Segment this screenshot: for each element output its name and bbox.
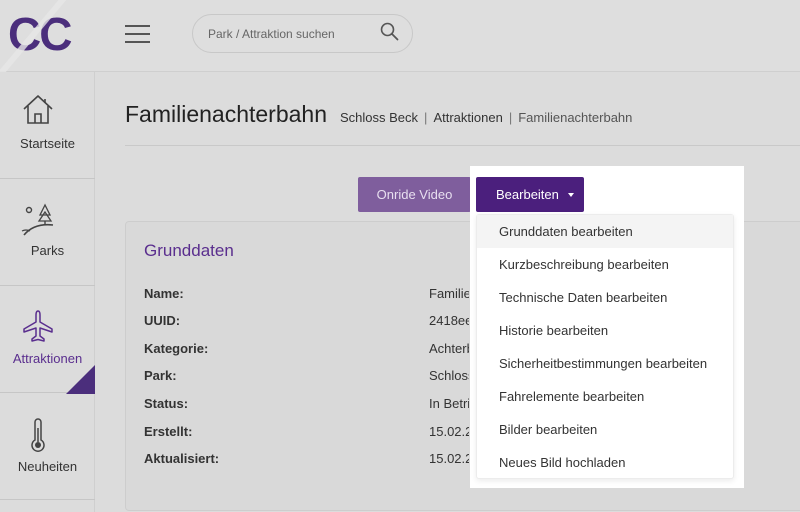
sidebar-item-label: Startseite	[20, 136, 75, 151]
hamburger-line	[125, 25, 150, 27]
menu-item-historie[interactable]: Historie bearbeiten	[477, 314, 733, 347]
field-label-name: Name:	[144, 286, 184, 301]
thermometer-icon	[31, 418, 45, 452]
field-label-kategorie: Kategorie:	[144, 341, 209, 356]
menu-item-bilder[interactable]: Bilder bearbeiten	[477, 413, 733, 446]
field-label-uuid: UUID:	[144, 313, 181, 328]
field-value-aktualisiert: 15.02.20	[429, 451, 469, 466]
menu-item-sicherheitbestimmungen[interactable]: Sicherheitbestimmungen bearbeiten	[477, 347, 733, 380]
divider	[125, 145, 800, 146]
card-title: Grunddaten	[144, 241, 234, 260]
bearbeiten-dropdown-menu: Grunddaten bearbeiten Kurzbeschreibung b…	[476, 214, 734, 479]
sidebar-item-label: Parks	[30, 243, 65, 258]
search-icon[interactable]	[380, 22, 399, 41]
menu-item-neues-bild[interactable]: Neues Bild hochladen	[477, 446, 733, 479]
sidebar-item-label: Neuheiten	[17, 459, 78, 474]
field-value-kategorie: Achterb	[429, 341, 469, 356]
breadcrumb-item-current: Familienachterbahn	[518, 110, 633, 125]
breadcrumb-item-attraktionen[interactable]: Attraktionen	[433, 110, 502, 125]
park-icon	[21, 203, 54, 236]
breadcrumb-separator: |	[424, 110, 428, 125]
field-value-name: Familien	[429, 286, 469, 301]
top-header: CC	[0, 0, 800, 72]
onride-video-button[interactable]: Onride Video	[358, 177, 471, 212]
field-label-status: Status:	[144, 396, 189, 411]
field-label-erstellt: Erstellt:	[144, 424, 193, 439]
field-label-park: Park:	[144, 368, 177, 383]
sidebar-item-label: Attraktionen	[12, 351, 83, 366]
bearbeiten-label: Bearbeiten	[496, 187, 559, 202]
page-title: Familienachterbahn	[125, 101, 328, 127]
sidebar: Startseite Parks Attraktionen Neuheiten	[0, 72, 95, 512]
hamburger-line	[125, 41, 150, 43]
bearbeiten-dropdown-button[interactable]: Bearbeiten	[476, 177, 584, 212]
field-value-uuid: 2418ee(	[429, 313, 469, 328]
house-icon	[23, 95, 53, 124]
field-value-status: In Betrie	[429, 396, 469, 411]
field-label-aktualisiert: Aktualisiert:	[144, 451, 220, 466]
field-value-erstellt: 15.02.20	[429, 424, 469, 439]
menu-item-grunddaten[interactable]: Grunddaten bearbeiten	[477, 215, 733, 248]
menu-item-technische-daten[interactable]: Technische Daten bearbeiten	[477, 281, 733, 314]
sidebar-item-startseite[interactable]: Startseite	[0, 72, 95, 179]
breadcrumb-separator: |	[508, 110, 513, 125]
sidebar-item-parks[interactable]: Parks	[0, 179, 95, 286]
field-value-park: Schloss	[429, 368, 469, 383]
active-indicator	[66, 365, 95, 394]
menu-item-kurzbeschreibung[interactable]: Kurzbeschreibung bearbeiten	[477, 248, 733, 281]
logo[interactable]: CC	[0, 0, 95, 72]
caret-down-icon	[568, 193, 574, 197]
sidebar-item-neuheiten[interactable]: Neuheiten	[0, 393, 95, 500]
breadcrumb: Schloss Beck | Attraktionen | Familienachter…	[340, 110, 632, 125]
hamburger-menu-button[interactable]	[125, 25, 150, 43]
menu-item-fahrelemente[interactable]: Fahrelemente bearbeiten	[477, 380, 733, 413]
airplane-icon	[23, 310, 53, 342]
hamburger-line	[125, 33, 150, 35]
breadcrumb-item-park[interactable]: Schloss Beck	[340, 110, 418, 125]
search-input[interactable]	[208, 24, 368, 44]
